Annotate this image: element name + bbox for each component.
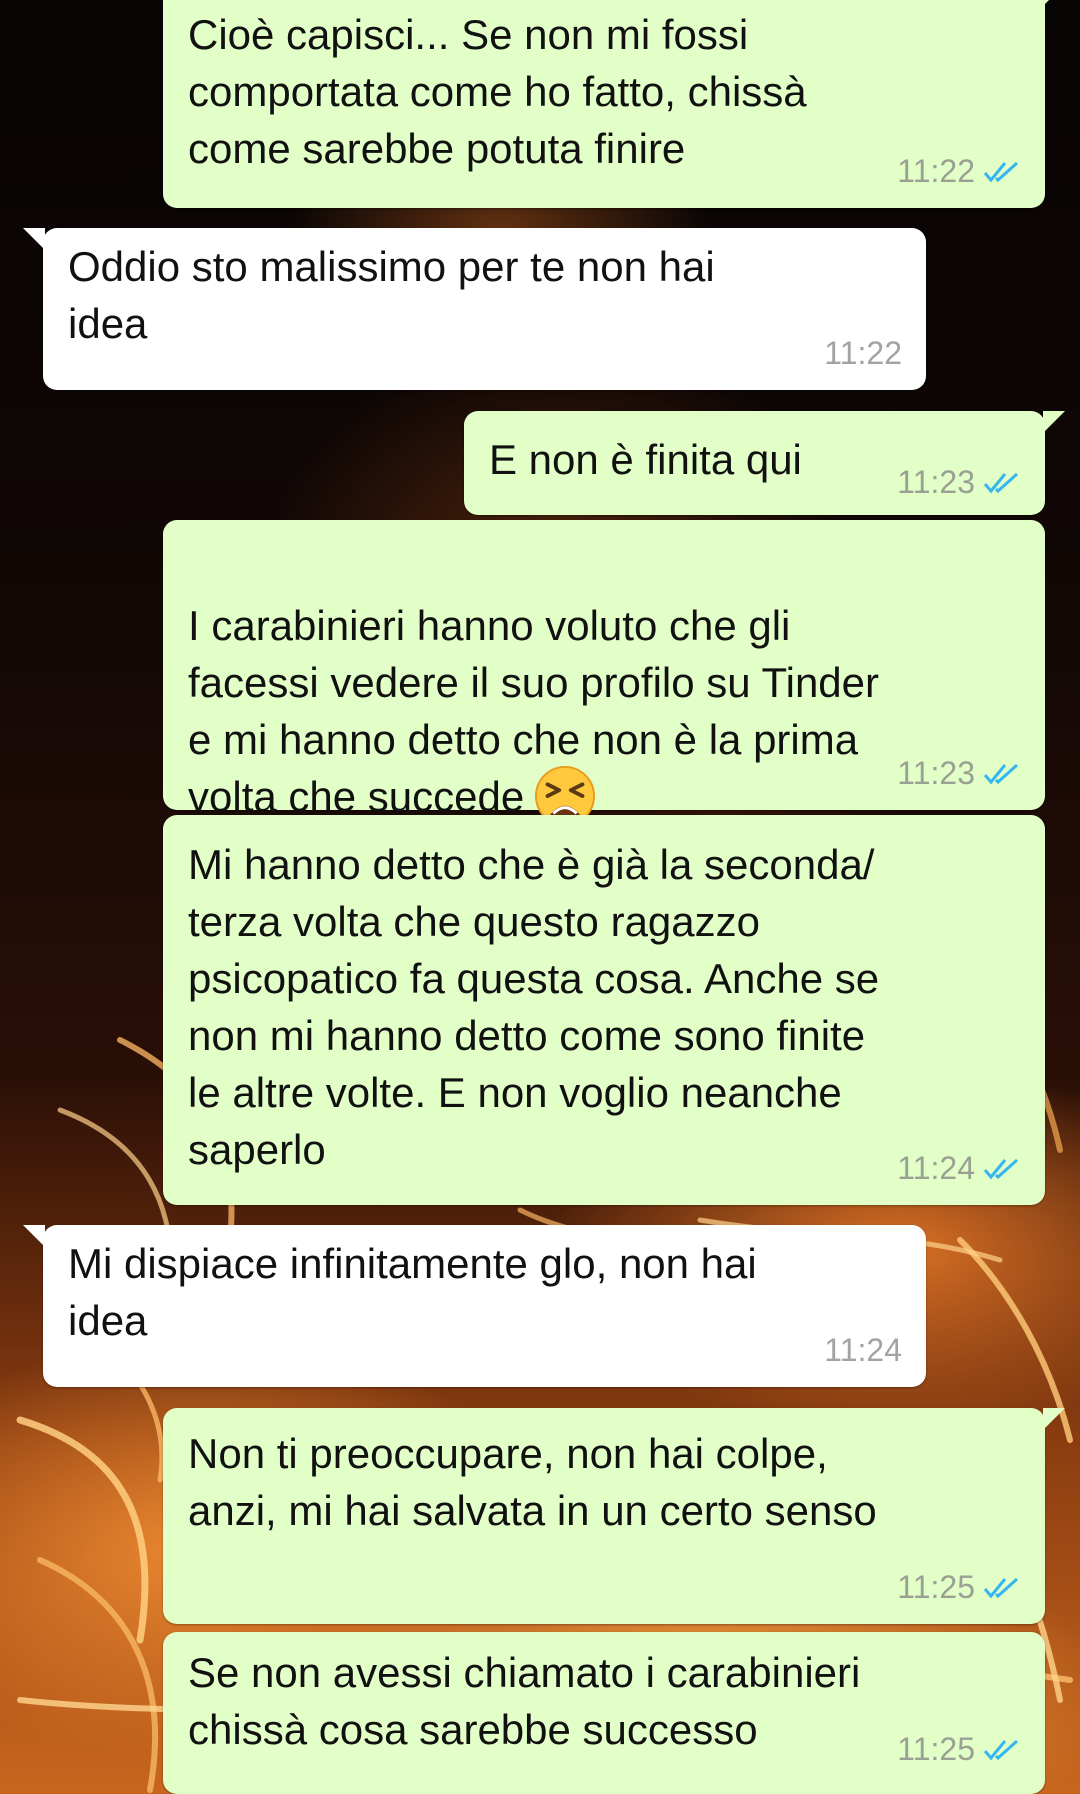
message-meta: 11:22 <box>824 335 902 372</box>
message-text: E non è finita qui <box>489 436 802 483</box>
message-time: 11:22 <box>824 335 902 371</box>
message-bubble-outgoing[interactable]: Non ti preoccupare, non hai colpe, anzi,… <box>163 1408 1065 1624</box>
read-double-check-icon <box>983 1158 1019 1179</box>
message-bubble-outgoing[interactable]: E non è finita qui 11:23 <box>464 411 1065 515</box>
message-meta: 11:22 <box>897 153 1021 190</box>
message-text: I carabinieri hanno voluto che gli faces… <box>188 540 879 831</box>
read-double-check-icon <box>983 1577 1019 1598</box>
read-double-check-icon <box>983 161 1019 182</box>
message-time: 11:24 <box>897 1150 975 1186</box>
message-bubble-incoming[interactable]: Oddio sto malissimo per te non hai idea … <box>23 228 926 390</box>
message-bubble-outgoing[interactable]: I carabinieri hanno voluto che gli faces… <box>163 520 1045 826</box>
read-double-check-icon <box>983 472 1019 493</box>
message-bubble-outgoing[interactable]: Cioè capisci... Se non mi fossi comporta… <box>163 0 1065 208</box>
message-text: Cioè capisci... Se non mi fossi comporta… <box>188 11 807 172</box>
message-meta: 11:24 <box>824 1332 902 1369</box>
message-time: 11:24 <box>824 1332 902 1368</box>
message-meta: 11:23 <box>897 464 1021 501</box>
message-time: 11:25 <box>897 1731 975 1767</box>
message-text: Mi dispiace infinitamente glo, non hai i… <box>68 1240 757 1344</box>
read-double-check-icon <box>983 763 1019 784</box>
message-meta: 11:24 <box>897 1150 1021 1187</box>
message-meta: 11:25 <box>897 1569 1021 1606</box>
message-text: Non ti preoccupare, non hai colpe, anzi,… <box>188 1430 877 1534</box>
message-text: Mi hanno detto che è già la seconda/ ter… <box>188 841 880 1173</box>
read-double-check-icon <box>983 1739 1019 1760</box>
message-bubble-outgoing[interactable]: Se non avessi chiamato i carabinieri chi… <box>163 1632 1045 1794</box>
message-time: 11:23 <box>897 464 975 500</box>
message-meta: 11:25 <box>897 1731 1021 1768</box>
message-time: 11:25 <box>897 1569 975 1605</box>
message-time: 11:22 <box>897 153 975 189</box>
message-text: Se non avessi chiamato i carabinieri chi… <box>188 1649 861 1753</box>
message-text: Oddio sto malissimo per te non hai idea <box>68 243 715 347</box>
message-bubble-outgoing[interactable]: Mi hanno detto che è già la seconda/ ter… <box>163 815 1045 1205</box>
message-meta: 11:23 <box>897 755 1021 792</box>
message-bubble-incoming[interactable]: Mi dispiace infinitamente glo, non hai i… <box>23 1225 926 1387</box>
message-time: 11:23 <box>897 755 975 791</box>
